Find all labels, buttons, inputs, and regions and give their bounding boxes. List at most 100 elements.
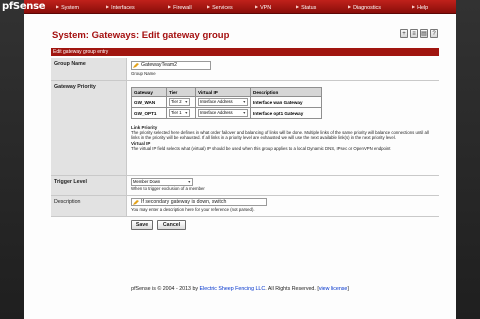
vip-cell: Interface Address ▼ [195, 107, 251, 119]
nav-label: Firewall [173, 5, 192, 11]
tier-select[interactable]: Tier 2 ▼ [169, 98, 190, 106]
nav-arrow-icon: ▶ [296, 4, 300, 9]
screen-background: ▶ System ▶ Interfaces ▶ Firewall ▶ Services … [0, 0, 480, 319]
trigger-level-select[interactable]: Member Down ▼ [131, 178, 193, 186]
column-header: Virtual IP [195, 87, 251, 97]
gateway-description: Interface wan Gateway [250, 96, 322, 108]
vip-value: Interface Address [200, 110, 233, 115]
nav-system[interactable]: ▶ System [56, 2, 79, 11]
vip-value: Interface Address [200, 99, 233, 104]
footer-end: ] [347, 286, 349, 292]
section-header: Edit gateway group entry [51, 48, 439, 56]
nav-arrow-icon: ▶ [168, 4, 172, 9]
description-help: You may enter a description here for you… [131, 207, 255, 212]
cancel-button[interactable]: Cancel [157, 220, 186, 230]
help-icon[interactable]: ? [430, 29, 438, 38]
group-name-cell: GatewayTeam2 Group Name [131, 58, 439, 80]
gateway-priority-row: Gateway Priority Gateway Tier Virtual IP… [51, 81, 439, 176]
gateway-table: Gateway Tier Virtual IP Description GW_W… [131, 87, 322, 119]
group-name-input[interactable]: GatewayTeam2 [131, 61, 211, 70]
save-button[interactable]: Save [131, 220, 153, 230]
description-input[interactable]: If secondary gateway is down, switch [131, 198, 267, 206]
vip-text: The virtual IP field selects what (virtu… [131, 145, 391, 151]
nav-diagnostics[interactable]: ▶ Diagnostics [348, 2, 381, 11]
link-priority-help: Link Priority The priority selected here… [131, 125, 431, 151]
company-link[interactable]: Electric Sheep Fencing LLC [200, 286, 266, 292]
chevron-down-icon: ▼ [184, 100, 188, 104]
vip-select[interactable]: Interface Address ▼ [198, 98, 248, 106]
footer-rights: . All Rights Reserved. [ [265, 286, 319, 292]
chevron-down-icon: ▼ [187, 180, 191, 184]
pfsense-logo[interactable]: pfSense [2, 1, 46, 12]
group-name-value: GatewayTeam2 [141, 62, 178, 68]
trigger-level-help: When to trigger exclusion of a member [131, 186, 205, 191]
page-title: System: Gateways: Edit gateway group [52, 30, 230, 41]
tier-cell: Tier 2 ▼ [166, 96, 196, 108]
description-label: Description [51, 196, 127, 216]
column-header: Description [250, 87, 322, 97]
tier-value: Tier 1 [171, 110, 182, 115]
tier-value: Tier 2 [171, 99, 182, 104]
nav-label: Diagnostics [353, 5, 381, 11]
chevron-down-icon: ▼ [184, 111, 188, 115]
nav-label: Help [417, 5, 429, 11]
nav-arrow-icon: ▶ [207, 4, 211, 9]
nav-label: VPN [260, 5, 272, 11]
logo-suffix: Sense [12, 1, 46, 12]
tier-cell: Tier 1 ▼ [166, 107, 196, 119]
nav-firewall[interactable]: ▶ Firewall [168, 2, 192, 11]
gateway-priority-cell: Gateway Tier Virtual IP Description GW_W… [131, 81, 439, 175]
chevron-down-icon: ▼ [242, 100, 246, 104]
column-header: Gateway [131, 87, 167, 97]
nav-help[interactable]: ▶ Help [412, 2, 428, 11]
chevron-down-icon: ▼ [242, 111, 246, 115]
description-cell: If secondary gateway is down, switch You… [131, 196, 439, 216]
nav-services[interactable]: ▶ Services [207, 2, 233, 11]
nav-label: Services [212, 5, 233, 11]
gateway-name: GW_OPT1 [131, 107, 167, 119]
pencil-icon [133, 200, 139, 205]
column-header: Tier [166, 87, 196, 97]
nav-label: System [61, 5, 80, 11]
browser-page: ▶ System ▶ Interfaces ▶ Firewall ▶ Services … [24, 0, 456, 319]
queue-icon[interactable]: ▤ [420, 29, 428, 38]
nav-status[interactable]: ▶ Status [296, 2, 316, 11]
nav-interfaces[interactable]: ▶ Interfaces [106, 2, 135, 11]
nav-arrow-icon: ▶ [348, 4, 352, 9]
group-name-row: Group Name GatewayTeam2 Group Name [51, 58, 439, 81]
link-priority-text: The priority selected here defines in wh… [131, 130, 429, 141]
logo-prefix: pf [2, 1, 13, 12]
group-name-help: Group Name [131, 71, 156, 76]
gateway-name: GW_WAN [131, 96, 167, 108]
group-name-label: Group Name [51, 58, 127, 80]
description-value: If secondary gateway is down, switch [141, 199, 227, 205]
description-row: Description If secondary gateway is down… [51, 196, 439, 217]
nav-arrow-icon: ▶ [255, 4, 259, 9]
gateway-priority-label: Gateway Priority [51, 81, 127, 175]
nav-label: Status [301, 5, 317, 11]
table-row: GW_OPT1 Tier 1 ▼ Interface Address ▼ Inter… [131, 107, 322, 119]
footer-product: pfSense [131, 286, 151, 292]
trigger-level-cell: Member Down ▼ When to trigger exclusion o… [131, 176, 439, 195]
tier-select[interactable]: Tier 1 ▼ [169, 109, 190, 117]
vip-select[interactable]: Interface Address ▼ [198, 109, 248, 117]
footer-copyright: is © 2004 - 2013 by [150, 286, 200, 292]
trigger-level-row: Trigger Level Member Down ▼ When to trigg… [51, 176, 439, 196]
trigger-level-value: Member Down [133, 179, 161, 184]
nav-label: Interfaces [111, 5, 135, 11]
page-footer: pfSense is © 2004 - 2013 by Electric She… [24, 286, 456, 292]
vip-cell: Interface Address ▼ [195, 96, 251, 108]
license-link[interactable]: view license [319, 286, 348, 292]
nav-vpn[interactable]: ▶ VPN [255, 2, 271, 11]
trigger-level-label: Trigger Level [51, 176, 127, 195]
top-nav-bar: ▶ System ▶ Interfaces ▶ Firewall ▶ Services … [24, 0, 456, 14]
table-header-row: Gateway Tier Virtual IP Description [131, 87, 322, 97]
nav-arrow-icon: ▶ [106, 4, 110, 9]
gateway-description: Interface opt1 Gateway [250, 107, 322, 119]
table-row: GW_WAN Tier 2 ▼ Interface Address ▼ Interf… [131, 96, 322, 108]
nav-arrow-icon: ▶ [412, 4, 416, 9]
nav-arrow-icon: ▶ [56, 4, 60, 9]
pencil-icon [133, 63, 139, 68]
log-icon[interactable]: ≡ [410, 29, 418, 38]
plus-icon[interactable]: + [400, 29, 408, 38]
